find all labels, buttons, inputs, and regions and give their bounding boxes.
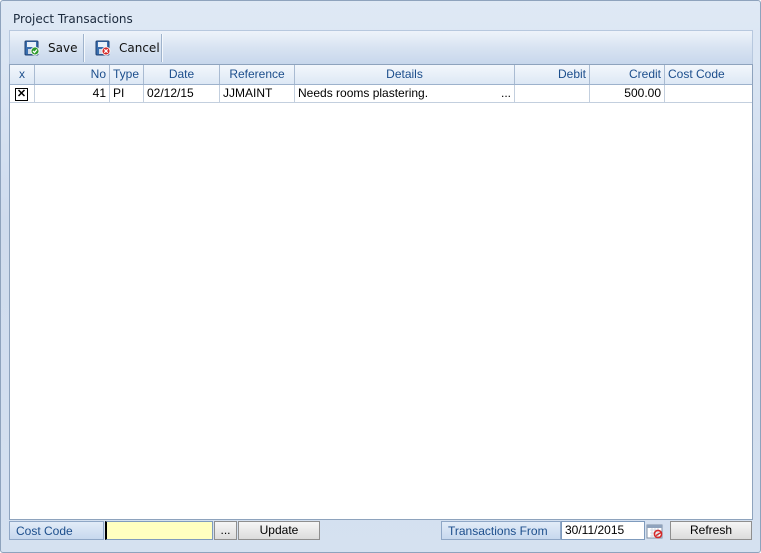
cell-credit[interactable]: 500.00 [590, 85, 665, 102]
footer-bar: Cost Code ... Update Transactions From 3… [9, 520, 753, 542]
toolbar: Save Cancel [9, 30, 753, 64]
column-header-no[interactable]: No [35, 65, 110, 84]
column-header-date[interactable]: Date [144, 65, 220, 84]
select-checkbox[interactable]: ✕ [15, 88, 28, 101]
column-header-cost-code[interactable]: Cost Code [665, 65, 752, 84]
transactions-grid: x No Type Date Reference Details Debit C… [9, 64, 753, 520]
column-header-credit[interactable]: Credit [590, 65, 665, 84]
column-header-reference[interactable]: Reference [220, 65, 295, 84]
refresh-button[interactable]: Refresh [670, 521, 752, 540]
transactions-from-date-input[interactable]: 30/11/2015 [561, 521, 645, 540]
table-row[interactable]: ✕ 41 PI 02/12/15 JJMAINT Needs rooms pla… [10, 85, 752, 103]
column-header-type[interactable]: Type [110, 65, 144, 84]
transactions-from-label: Transactions From [441, 521, 561, 540]
cancel-label: Cancel [119, 41, 160, 55]
column-header-x[interactable]: x [10, 65, 35, 84]
cell-debit[interactable] [515, 85, 590, 102]
select-cell[interactable]: ✕ [10, 85, 35, 102]
save-button[interactable]: Save [24, 35, 77, 61]
cell-reference[interactable]: JJMAINT [220, 85, 295, 102]
grid-header: x No Type Date Reference Details Debit C… [10, 65, 752, 85]
cell-date[interactable]: 02/12/15 [144, 85, 220, 102]
save-disk-icon [24, 40, 40, 56]
cell-cost-code[interactable] [665, 85, 752, 102]
save-label: Save [48, 41, 78, 55]
details-text: Needs rooms plastering. [298, 86, 429, 100]
window-title: Project Transactions [13, 12, 133, 26]
details-more-button[interactable]: ... [501, 85, 511, 102]
toolbar-separator [161, 34, 162, 62]
calendar-icon[interactable] [646, 522, 664, 540]
project-transactions-window: Project Transactions Save Cancel x No Ty… [0, 0, 761, 553]
cancel-button[interactable]: Cancel [95, 35, 160, 61]
toolbar-separator [83, 34, 84, 62]
cell-no[interactable]: 41 [35, 85, 110, 102]
column-header-details[interactable]: Details [295, 65, 515, 84]
cancel-disk-icon [95, 40, 111, 56]
cell-type[interactable]: PI [110, 85, 144, 102]
update-button[interactable]: Update [238, 521, 320, 540]
column-header-debit[interactable]: Debit [515, 65, 590, 84]
cost-code-input[interactable] [105, 521, 213, 540]
cost-code-label: Cost Code [9, 521, 104, 540]
cost-code-browse-button[interactable]: ... [214, 521, 237, 540]
cell-details[interactable]: Needs rooms plastering. ... [295, 85, 515, 102]
